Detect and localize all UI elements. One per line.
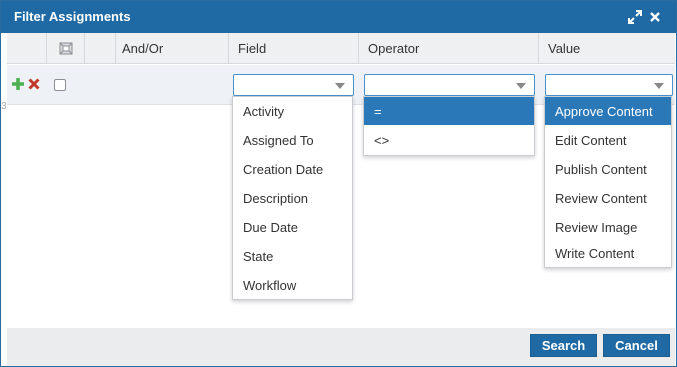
cancel-button[interactable]: Cancel [603,334,670,357]
header-cell-blank [85,33,116,64]
chevron-down-icon[interactable] [654,83,664,89]
select-all-icon[interactable] [59,42,73,55]
field-option[interactable]: Workflow [233,271,352,299]
header-value: Value [548,41,581,56]
dialog-title: Filter Assignments [14,9,131,24]
value-option[interactable]: Edit Content [545,126,671,154]
header-operator: Operator [359,33,539,64]
row-checkbox[interactable] [54,79,66,91]
field-option[interactable]: Assigned To [233,126,352,154]
expand-icon[interactable] [627,9,643,25]
operator-option[interactable]: = [364,97,534,125]
value-option[interactable]: Publish Content [545,155,671,183]
dialog-titlebar[interactable]: Filter Assignments [1,1,676,33]
value-select[interactable] [545,74,673,96]
header-field: Field [229,33,359,64]
field-option[interactable]: Description [233,184,352,212]
chevron-down-icon[interactable] [516,83,526,89]
field-option[interactable]: State [233,242,352,270]
field-option[interactable]: Creation Date [233,155,352,183]
field-dropdown-list: Activity Assigned To Creation Date Descr… [232,96,353,300]
value-option[interactable]: Review Image [545,213,671,241]
header-cell-empty [7,33,47,64]
operator-dropdown-list: = <> [363,96,535,156]
row-marker: 3 [1,101,7,112]
delete-row-icon[interactable] [28,78,40,90]
add-row-icon[interactable] [11,77,25,91]
filter-table-header: And/Or Field Operator Value [7,33,675,64]
field-option[interactable]: Activity [233,97,352,125]
chevron-down-icon[interactable] [335,83,345,89]
value-option[interactable]: Write Content [545,239,671,267]
field-option[interactable]: Due Date [233,213,352,241]
operator-select[interactable] [364,74,535,96]
operator-option[interactable]: <> [364,126,534,154]
value-dropdown-list: Approve Content Edit Content Publish Con… [544,96,672,268]
dialog-footer: Search Cancel [7,328,675,366]
close-icon[interactable] [647,9,663,25]
field-select[interactable] [233,74,354,96]
value-option[interactable]: Approve Content [545,97,671,125]
value-option[interactable]: Review Content [545,184,671,212]
header-cell-select-all[interactable] [47,33,85,64]
search-button[interactable]: Search [530,334,597,357]
header-andor: And/Or [116,33,229,64]
